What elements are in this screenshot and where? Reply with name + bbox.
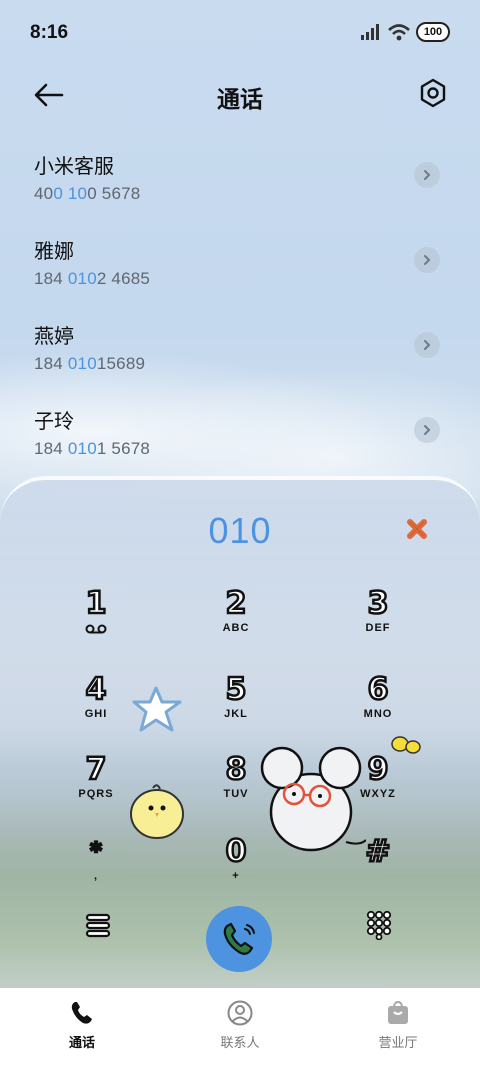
status-icons: 100 [360, 22, 450, 42]
chevron-right-icon[interactable] [414, 417, 440, 443]
key-2[interactable]: 2 ABC [196, 586, 276, 648]
key-star[interactable]: * , [56, 836, 136, 896]
chevron-right-icon[interactable] [414, 162, 440, 188]
list-item[interactable]: 子玲 184 0101 5678 [0, 385, 480, 470]
mouse-sticker-icon [260, 746, 366, 852]
person-icon [227, 1000, 253, 1026]
call-button[interactable] [206, 906, 272, 972]
phone-call-icon [223, 922, 255, 955]
key-3[interactable]: 3 DEF [338, 586, 418, 648]
key-4[interactable]: 4 GHI [56, 672, 136, 734]
battery-icon: 100 [416, 22, 450, 42]
list-item[interactable]: 小米客服 400 100 5678 [0, 130, 480, 215]
page-title: 通话 [217, 86, 263, 112]
settings-hexagon-icon[interactable] [418, 78, 448, 108]
wifi-icon [388, 23, 410, 40]
contact-name: 雅娜 [34, 241, 74, 263]
contact-name: 燕婷 [34, 326, 74, 348]
voicemail-icon [85, 624, 107, 634]
contact-number: 400 100 5678 [34, 184, 141, 203]
delete-digit-icon[interactable] [406, 518, 428, 540]
status-bar: 8:16 100 [0, 0, 480, 68]
tab-service-hall[interactable]: 营业厅 [348, 1000, 448, 1051]
contact-name: 小米客服 [34, 156, 114, 178]
star-sticker-icon [132, 686, 182, 732]
tab-contacts[interactable]: 联系人 [190, 1000, 290, 1051]
menu-icon[interactable] [84, 912, 112, 938]
keypad-toggle-icon[interactable] [366, 910, 392, 940]
bottom-navigation: 通话 联系人 营业厅 [0, 988, 480, 1067]
contact-number: 184 01015689 [34, 354, 146, 373]
list-item[interactable]: 燕婷 184 01015689 [0, 300, 480, 385]
chevron-right-icon[interactable] [414, 332, 440, 358]
matched-contacts-list: 小米客服 400 100 5678 雅娜 184 0102 4685 燕婷 18… [0, 130, 480, 470]
signal-icon [361, 24, 379, 40]
contact-name: 子玲 [34, 411, 74, 433]
chick-sticker-icon [130, 784, 184, 839]
chevron-right-icon[interactable] [414, 247, 440, 273]
key-1[interactable]: 1 [56, 586, 136, 648]
dialer-actions [0, 900, 480, 980]
bag-icon [388, 1000, 408, 1024]
butterfly-sticker-icon [391, 736, 421, 754]
key-5[interactable]: 5 JKL [196, 672, 276, 734]
status-time: 8:16 [30, 22, 69, 43]
list-item[interactable]: 雅娜 184 0102 4685 [0, 215, 480, 300]
contact-number: 184 0101 5678 [34, 439, 151, 458]
contact-number: 184 0102 4685 [34, 269, 151, 288]
phone-icon [71, 1002, 92, 1024]
top-bar: 通话 [0, 72, 480, 116]
tab-calls[interactable]: 通话 [32, 1000, 132, 1051]
key-6[interactable]: 6 MNO [338, 672, 418, 734]
